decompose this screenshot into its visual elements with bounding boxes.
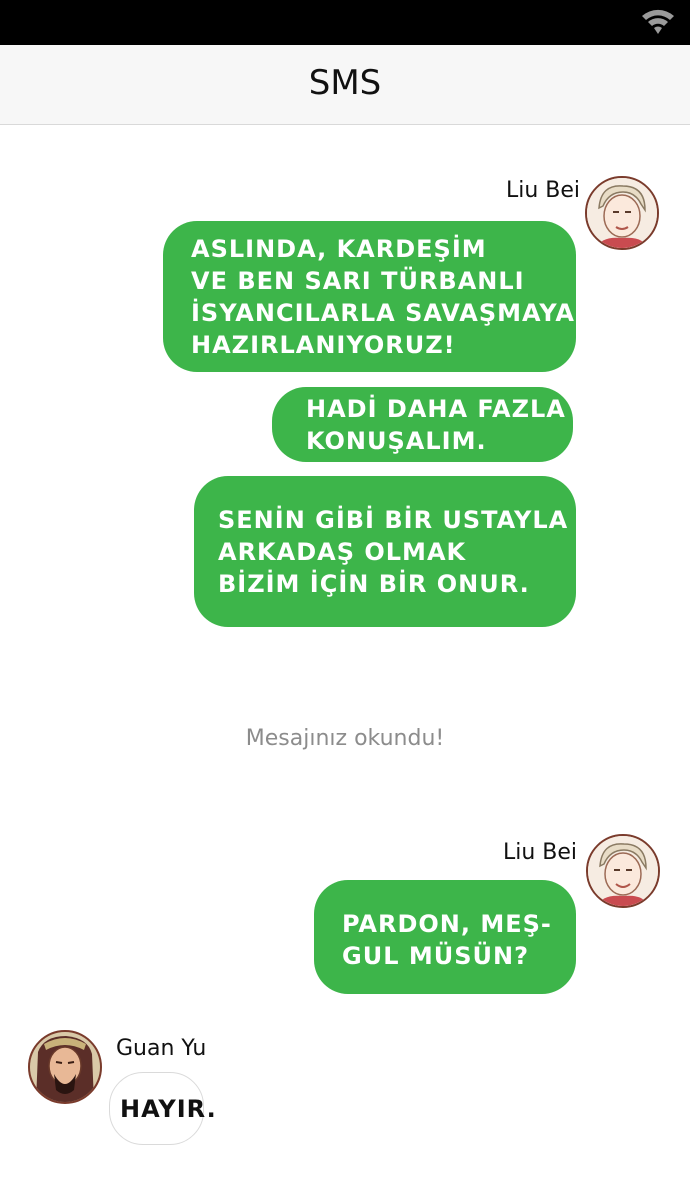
avatar-image [587, 178, 657, 248]
message-bubble: PARDON, MEŞ- GUL MÜSÜN? [314, 880, 576, 994]
avatar-guan-yu[interactable] [28, 1030, 102, 1104]
message-bubble: HAYIR. [109, 1072, 216, 1145]
status-bar [0, 0, 690, 45]
message-bubble: ASLINDA, KARDEŞİM VE BEN SARI TÜRBANLI İ… [163, 221, 576, 372]
sender-name: Liu Bei [503, 840, 578, 865]
avatar-image [588, 836, 658, 906]
sender-name: Guan Yu [116, 1036, 207, 1061]
app-title: SMS [308, 63, 382, 103]
sender-name: Liu Bei [506, 178, 581, 203]
wifi-icon [642, 9, 674, 34]
read-receipt: Mesajınız okundu! [245, 726, 445, 751]
avatar-image [30, 1032, 100, 1102]
message-bubble: SENİN GİBİ BİR USTAYLA ARKADAŞ OLMAK BİZ… [194, 476, 576, 627]
avatar-liu-bei[interactable] [586, 834, 660, 908]
message-bubble: HADİ DAHA FAZLA KONUŞALIM. [272, 387, 573, 462]
app-header: SMS [0, 45, 690, 125]
avatar-liu-bei[interactable] [585, 176, 659, 250]
